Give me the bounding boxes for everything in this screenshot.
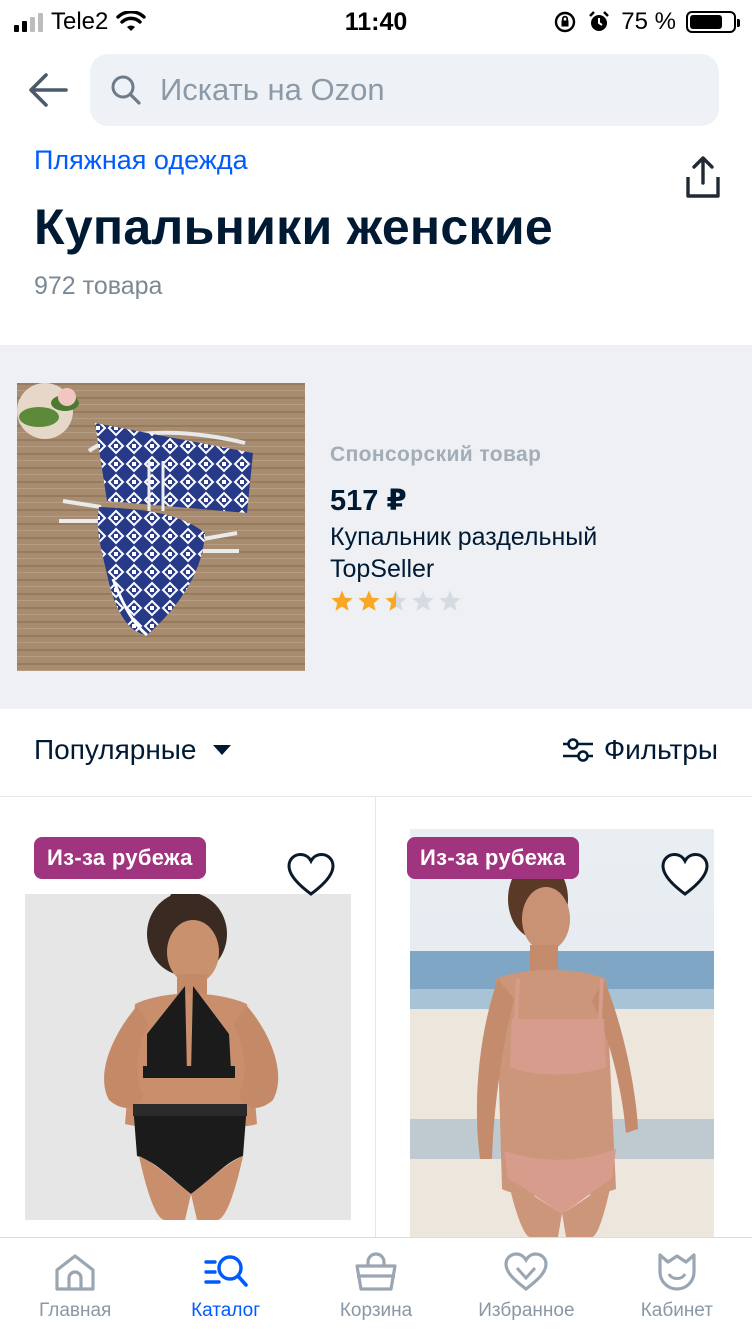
overseas-badge: Из-за рубежа [407,837,579,879]
sponsored-price: 517 ₽ [330,485,407,517]
breadcrumb[interactable]: Пляжная одежда [34,145,248,176]
heart-icon [661,852,709,896]
star-half-icon [385,590,407,611]
heart-icon [504,1252,549,1292]
status-bar: Tele2 11:40 75 % [0,0,752,44]
favorite-button[interactable] [286,852,336,898]
overseas-badge: Из-за рубежа [34,837,206,879]
favorite-button[interactable] [660,852,710,898]
product-card[interactable]: Из-за рубежа [376,797,751,1237]
filter-label: Фильтры [603,734,718,765]
star-empty-icon [439,590,461,611]
search-placeholder: Искать на Ozon [160,72,385,107]
page-title: Купальники женские [34,199,553,255]
cart-icon [355,1252,397,1291]
alarm-icon [589,11,610,31]
product-card[interactable]: Из-за рубежа [0,797,375,1237]
sponsored-label: Спонсорский товар [330,443,542,466]
sort-dropdown[interactable]: Популярные [34,734,232,766]
battery-percent: 75 % [621,8,676,35]
product-image[interactable] [25,894,351,1220]
item-count: 972 товара [34,272,163,300]
nav-item-home[interactable]: Главная [0,1238,150,1336]
arrow-left-icon [29,73,68,107]
share-button[interactable] [680,155,726,201]
nav-item-cart[interactable]: Корзина [301,1238,451,1336]
rotation-lock-icon [555,11,576,33]
nav-item-favorites[interactable]: Избранное [451,1238,601,1336]
star-full-icon [358,590,380,611]
nav-label: Кабинет [640,1300,713,1321]
status-right: 75 % [553,8,740,36]
bottom-nav: Главная Каталог Корзина Избранное Кабине… [0,1237,752,1336]
back-button[interactable] [24,70,72,110]
sort-label: Популярные [34,734,197,765]
sponsored-product-name[interactable]: Купальник раздельный TopSeller [330,521,660,585]
filter-button[interactable]: Фильтры [562,734,718,766]
battery-icon [686,11,740,33]
caret-down-icon [213,745,232,755]
heart-icon [287,852,335,896]
profile-icon [658,1253,696,1291]
star-empty-icon [412,590,434,611]
filter-sliders-icon [562,738,593,762]
nav-label: Главная [39,1300,112,1321]
nav-label: Избранное [478,1300,575,1321]
star-full-icon [331,590,353,611]
home-icon [55,1254,95,1291]
nav-item-catalog[interactable]: Каталог [150,1238,300,1336]
nav-label: Корзина [339,1300,413,1321]
nav-label: Каталог [191,1300,261,1321]
catalog-icon [203,1255,248,1287]
nav-item-profile[interactable]: Кабинет [602,1238,752,1336]
sponsored-product[interactable]: Спонсорский товар 517 ₽ Купальник раздел… [0,345,752,709]
sponsored-product-image[interactable] [17,383,305,671]
share-icon [686,156,720,198]
search-input[interactable]: Искать на Ozon [90,54,719,126]
search-icon [111,75,141,105]
rating-stars [330,589,462,613]
